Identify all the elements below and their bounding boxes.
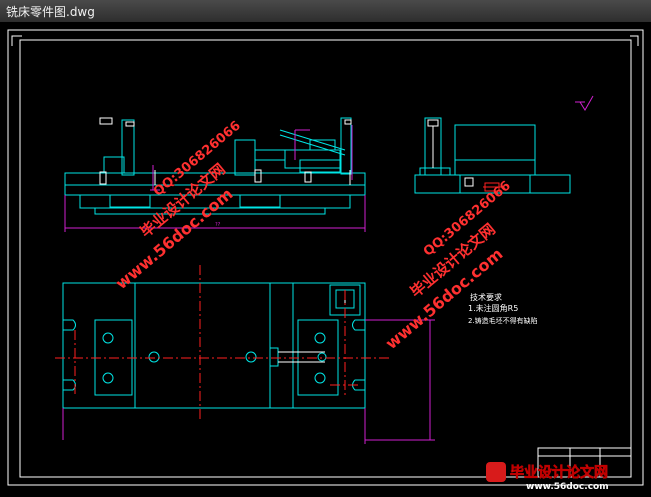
watermark-right: www.56doc.com 毕业设计论文网 QQ:306826066 xyxy=(382,178,514,353)
roughness-symbol xyxy=(575,95,594,111)
cad-drawing-canvas[interactable]: ?? 技术要求 1.未注圆角R5 2.铸造毛坯不得有缺陷 www.56doc.c… xyxy=(0,22,651,493)
dimension-label: ?? xyxy=(215,222,221,228)
tech-notes-line-1: 1.未注圆角R5 xyxy=(468,303,518,313)
footer-watermark-brand: 毕业设计论文网 xyxy=(510,464,608,481)
corner-marks xyxy=(11,35,639,46)
footer-watermark: 毕业设计论文网 www.56doc.com xyxy=(486,462,609,492)
plan-view-dimensions xyxy=(62,319,435,444)
plan-view xyxy=(62,282,366,409)
inner-frame xyxy=(19,39,632,478)
footer-watermark-badge xyxy=(486,462,506,482)
watermark-left: www.56doc.com 毕业设计论文网 QQ:306826066 xyxy=(112,118,244,293)
tech-notes-line-2: 2.铸造毛坯不得有缺陷 xyxy=(468,316,538,325)
tech-notes-heading: 技术要求 xyxy=(470,292,502,302)
side-view-details xyxy=(427,119,474,187)
outer-frame xyxy=(7,29,644,486)
window-title: 铣床零件图.dwg xyxy=(6,5,95,19)
footer-watermark-url: www.56doc.com xyxy=(526,482,609,492)
cad-drawing: ?? 技术要求 1.未注圆角R5 2.铸造毛坯不得有缺陷 www.56doc.c… xyxy=(7,29,644,492)
window-titlebar: 铣床零件图.dwg xyxy=(0,0,651,23)
side-view xyxy=(414,117,571,194)
plan-view-white-details xyxy=(278,293,346,363)
